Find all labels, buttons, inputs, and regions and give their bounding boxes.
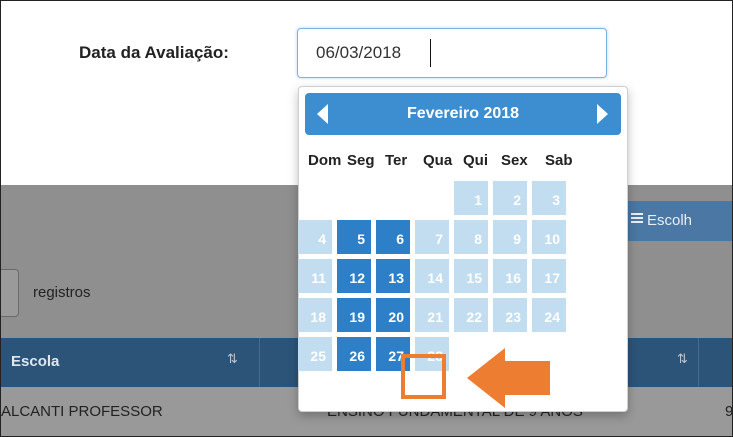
weekday-header: Qua: [423, 152, 453, 169]
weekday-header: Seg: [347, 152, 375, 169]
screenshot-frame: Data da Avaliação: Escolh registros Esco…: [0, 0, 733, 437]
page-length-select[interactable]: [1, 269, 19, 317]
calendar-day: 8: [454, 220, 488, 254]
datepicker-header: Fevereiro 2018: [305, 93, 621, 135]
calendar-day: 15: [454, 259, 488, 293]
column-divider: [698, 338, 699, 387]
calendar-day: 22: [454, 298, 488, 332]
choose-button[interactable]: Escolh: [621, 201, 732, 241]
calendar-day: 16: [493, 259, 527, 293]
weekday-header: Qui: [463, 152, 488, 169]
calendar-day: 11: [298, 259, 332, 293]
calendar-day: 9: [493, 220, 527, 254]
weekday-header: Ter: [385, 152, 408, 169]
cell-escola: ALCANTI PROFESSOR: [1, 403, 163, 420]
calendar-day[interactable]: 13: [376, 259, 410, 293]
calendar-day: 23: [493, 298, 527, 332]
calendar-day: 2: [493, 181, 527, 215]
weekday-header: Sex: [501, 152, 528, 169]
calendar-day[interactable]: 20: [376, 298, 410, 332]
calendar-day: 10: [532, 220, 566, 254]
sort-icon[interactable]: ⇅: [677, 351, 688, 367]
highlight-box: [401, 354, 446, 399]
column-divider: [259, 338, 260, 387]
calendar-day: 24: [532, 298, 566, 332]
sort-icon[interactable]: ⇅: [227, 351, 238, 367]
calendar-day: 3: [532, 181, 566, 215]
cell-extra: 9: [725, 403, 733, 420]
column-header-escola[interactable]: Escola: [11, 353, 59, 370]
calendar-day[interactable]: 6: [376, 220, 410, 254]
calendar-day[interactable]: 12: [337, 259, 371, 293]
weekday-header: Dom: [308, 152, 342, 169]
calendar-day: 14: [415, 259, 449, 293]
date-input[interactable]: [297, 28, 607, 78]
text-caret: [430, 39, 431, 67]
calendar-day[interactable]: 26: [337, 337, 371, 371]
calendar-day: 25: [298, 337, 332, 371]
calendar-day[interactable]: 19: [337, 298, 371, 332]
datepicker: Fevereiro 2018 Dom Seg Ter Qua Qui Sex Sab 1 2 3 4…: [298, 86, 628, 412]
calendar-day: 1: [454, 181, 488, 215]
choose-button-label: Escolh: [647, 212, 693, 229]
next-month-icon[interactable]: [597, 104, 608, 124]
calendar-day[interactable]: 5: [337, 220, 371, 254]
list-icon: [631, 211, 643, 225]
calendar-day: 17: [532, 259, 566, 293]
length-suffix: registros: [33, 284, 91, 301]
calendar-day: 21: [415, 298, 449, 332]
calendar-day: 18: [298, 298, 332, 332]
datepicker-title: Fevereiro 2018: [406, 105, 520, 122]
date-label: Data da Avaliação:: [79, 43, 229, 62]
calendar-day: 7: [415, 220, 449, 254]
weekday-header: Sab: [545, 152, 573, 169]
arrow-icon: [467, 348, 505, 408]
calendar-day: 4: [298, 220, 332, 254]
arrow-icon-body: [504, 361, 550, 395]
